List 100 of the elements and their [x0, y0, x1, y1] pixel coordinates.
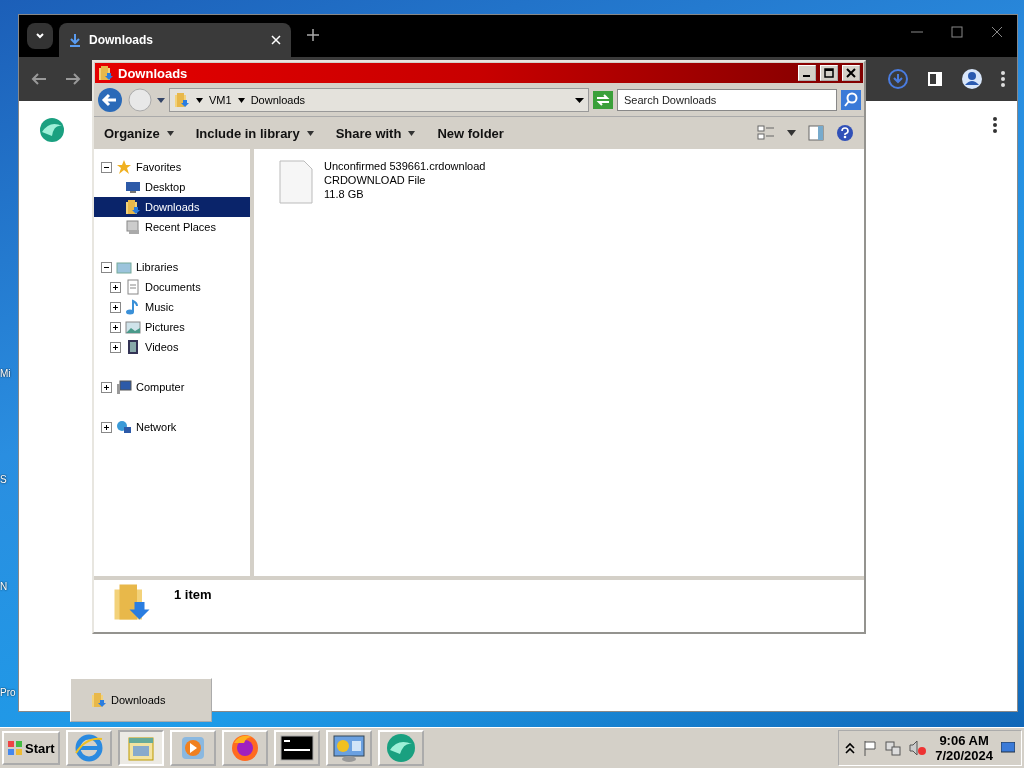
close-button[interactable]: [842, 65, 860, 81]
star-icon: [116, 159, 132, 175]
forward-arrow-icon[interactable]: [65, 71, 81, 87]
taskbar-app-button[interactable]: [273, 730, 320, 766]
film-strip-icon: [125, 339, 141, 355]
expand-toggle-icon[interactable]: [110, 281, 121, 293]
preview-pane-icon[interactable]: [808, 125, 824, 141]
expand-toggle-icon[interactable]: [110, 341, 121, 353]
nav-item[interactable]: Recent Places: [94, 217, 250, 237]
refresh-icon[interactable]: [593, 91, 613, 109]
desktop-icon-label: N: [0, 580, 9, 592]
downloads-folder-icon: [112, 582, 152, 622]
computer-icon: [116, 379, 132, 395]
command-button[interactable]: Share with: [335, 125, 416, 141]
maximize-icon[interactable]: [951, 26, 963, 38]
minimize-button[interactable]: [798, 65, 816, 81]
nav-item[interactable]: Videos: [94, 337, 250, 357]
menu-icon[interactable]: [993, 117, 997, 133]
network-icon: [116, 419, 132, 435]
expand-toggle-icon[interactable]: [110, 321, 121, 333]
clock-date: 7/20/2024: [935, 748, 993, 763]
recent-places-icon: [125, 219, 141, 235]
nav-item[interactable]: Favorites: [94, 157, 250, 177]
file-type: CRDOWNLOAD File: [324, 173, 427, 187]
search-icon[interactable]: [841, 90, 861, 110]
close-icon[interactable]: [991, 26, 1003, 38]
nav-item[interactable]: Libraries: [94, 257, 250, 277]
side-panel-icon[interactable]: [927, 71, 943, 87]
browser-tab[interactable]: Downloads: [59, 23, 291, 57]
expand-toggle-icon[interactable]: [110, 301, 121, 313]
address-bar[interactable]: VM1 Downloads: [169, 88, 589, 112]
flag-icon[interactable]: [863, 740, 878, 756]
file-name: Unconfirmed 539661.crdownload: [324, 159, 486, 173]
browser-e-icon: [73, 733, 104, 763]
taskbar-app-button[interactable]: [221, 730, 268, 766]
profile-avatar-icon[interactable]: [961, 68, 983, 90]
muted-speaker-icon[interactable]: [909, 740, 928, 756]
app-logo-icon: [384, 732, 417, 764]
document-icon: [125, 279, 141, 295]
back-arrow-icon[interactable]: [31, 71, 47, 87]
downloads-folder-icon: [174, 92, 190, 108]
command-button[interactable]: Organize: [104, 125, 174, 141]
item-count: 1 item: [174, 586, 212, 604]
caret-icon: [237, 96, 245, 104]
control-panel-icon: [331, 733, 366, 763]
downloads-folder-icon: [98, 65, 114, 81]
breadcrumb-item[interactable]: VM1: [209, 94, 232, 106]
expand-toggle-icon[interactable]: [101, 381, 112, 393]
dropdown-caret-icon: [575, 97, 584, 104]
download-icon[interactable]: [887, 68, 909, 90]
picture-icon: [125, 319, 141, 335]
maximize-icon: [824, 68, 834, 78]
preview-title: Downloads: [111, 694, 166, 706]
nav-item[interactable]: Desktop: [94, 177, 250, 197]
menu-icon[interactable]: [1001, 71, 1005, 87]
expand-toggle-icon[interactable]: [101, 421, 112, 433]
downloads-folder-icon: [91, 692, 107, 708]
title-bar: Downloads: [95, 63, 863, 83]
nav-item[interactable]: Music: [94, 297, 250, 317]
help-icon[interactable]: [836, 124, 854, 142]
view-options-icon[interactable]: [757, 125, 775, 141]
file-item[interactable]: Unconfirmed 539661.crdownload CRDOWNLOAD File 11.8 GB: [278, 159, 840, 205]
file-size: 11.8 GB: [324, 187, 365, 201]
chevron-up-icon[interactable]: [845, 742, 856, 754]
maximize-button[interactable]: [820, 65, 838, 81]
collapse-toggle-icon[interactable]: [101, 161, 112, 173]
nav-item[interactable]: Documents: [94, 277, 250, 297]
clock-time: 9:06 AM: [939, 733, 989, 748]
downloads-folder-icon: [125, 199, 141, 215]
desktop-icon-label: S: [0, 474, 8, 486]
back-button-icon[interactable]: [97, 87, 123, 113]
taskbar-preview[interactable]: Downloads: [70, 678, 212, 722]
command-button[interactable]: Include in library: [195, 125, 314, 141]
blank-file-icon: [278, 159, 314, 205]
caret-icon: [196, 96, 203, 104]
search-field[interactable]: Search Downloads: [617, 89, 837, 111]
close-icon: [846, 68, 856, 78]
terminal-icon: [279, 735, 314, 761]
app-logo-icon: [39, 117, 65, 143]
nav-item[interactable]: Network: [94, 417, 250, 437]
nav-item[interactable]: Pictures: [94, 317, 250, 337]
windows-flag-icon: [7, 740, 23, 756]
show-desktop-icon[interactable]: [1001, 742, 1015, 754]
library-folder-icon: [116, 259, 132, 275]
command-button[interactable]: New folder: [437, 125, 504, 141]
download-icon: [69, 33, 81, 47]
start-button[interactable]: Start: [2, 731, 60, 765]
nav-item[interactable]: Downloads: [94, 197, 250, 217]
recent-pages-caret-icon[interactable]: [157, 96, 165, 104]
network-tray-icon[interactable]: [885, 740, 902, 756]
desktop-icon-label: Pro: [0, 687, 16, 698]
music-note-icon: [125, 299, 141, 315]
new-tab-icon[interactable]: [307, 29, 319, 41]
tab-search-button[interactable]: [27, 23, 53, 49]
clock[interactable]: 9:06 AM 7/20/2024: [935, 733, 993, 763]
nav-item[interactable]: Computer: [94, 377, 250, 397]
caret-icon[interactable]: [787, 130, 796, 136]
collapse-toggle-icon[interactable]: [101, 261, 112, 273]
chevron-down-icon: [35, 31, 45, 41]
breadcrumb-item[interactable]: Downloads: [250, 94, 306, 106]
